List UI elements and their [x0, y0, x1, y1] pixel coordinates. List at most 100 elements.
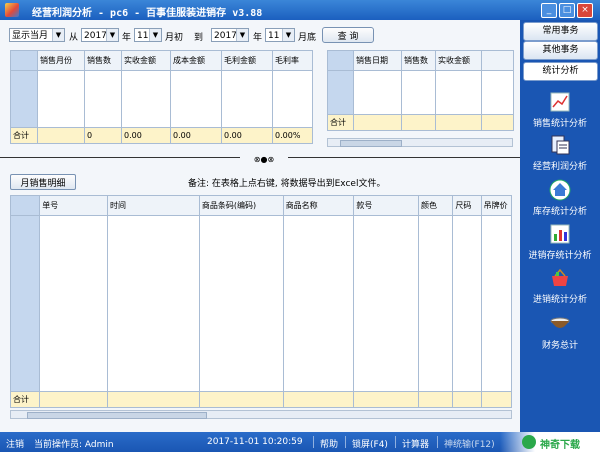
total-row: 合计	[9, 391, 513, 408]
sidebar-item-label: 进销统计分析	[532, 295, 587, 305]
horizontal-scrollbar[interactable]	[10, 410, 512, 419]
chevron-down-icon: ▼	[282, 29, 294, 41]
sidebar-item-sales-stats[interactable]: 销售统计分析	[520, 91, 600, 129]
row-header-corner	[327, 50, 354, 71]
row-header-corner	[10, 50, 38, 71]
close-button[interactable]: ×	[577, 3, 593, 18]
column-header	[481, 50, 514, 71]
daily-sales-table[interactable]: 销售日期 销售数 实收金额 合计	[327, 50, 514, 131]
bar-chart-icon	[550, 224, 570, 244]
column-header[interactable]: 单号	[39, 195, 108, 216]
period-mode-select[interactable]: 显示当月 ▼	[9, 28, 65, 42]
total-cell: 0.00	[221, 127, 273, 144]
year-label: 年	[253, 33, 263, 43]
column-header[interactable]: 商品名称	[282, 195, 355, 216]
scrollbar-thumb[interactable]	[27, 412, 207, 419]
column-header[interactable]: 吊牌价	[480, 195, 513, 216]
sidebar-item-label: 经营利润分析	[532, 162, 587, 172]
brand-logo-icon	[522, 435, 536, 449]
column-header[interactable]: 颜色	[418, 195, 454, 216]
house-icon	[549, 179, 571, 201]
sidebar-item-label: 财务总计	[541, 341, 578, 351]
logout-link[interactable]: 注销	[6, 437, 24, 450]
right-sidebar: 常用事务 其他事务 统计分析 销售统计分析 经营利润分析 库存统计分析 进销存统…	[520, 20, 600, 432]
column-header[interactable]: 商品条码(编码)	[198, 195, 284, 216]
table-empty-area[interactable]	[9, 215, 513, 392]
scrollbar-thumb[interactable]	[340, 140, 402, 147]
total-cell: 0	[84, 127, 122, 144]
tab-common-tasks[interactable]: 常用事务	[523, 22, 598, 41]
query-button[interactable]: 查 询	[322, 27, 374, 43]
detail-table[interactable]: 单号 时间 商品条码(编码) 商品名称 款号 颜色 尺码 吊牌价 合计	[9, 195, 513, 408]
current-operator: 当前操作员: Admin	[34, 440, 114, 450]
splitter-control-icon[interactable]: ⊗●⊗	[240, 155, 288, 164]
total-cell: 0.00	[170, 127, 222, 144]
column-header[interactable]: 毛利率	[272, 50, 313, 71]
bowl-icon	[550, 317, 570, 328]
chevron-down-icon: ▼	[236, 29, 248, 41]
calculator-link[interactable]: 计算器	[402, 437, 429, 450]
divider	[345, 436, 346, 448]
tab-statistics[interactable]: 统计分析	[523, 62, 598, 81]
sidebar-item-label: 进销存统计分析	[528, 251, 592, 261]
brand-text: 神奇下载	[540, 440, 580, 451]
chevron-down-icon: ▼	[52, 29, 64, 41]
lock-screen-link[interactable]: 锁屏(F4)	[352, 437, 388, 450]
column-header[interactable]: 销售数	[401, 50, 436, 71]
table-header-row: 单号 时间 商品条码(编码) 商品名称 款号 颜色 尺码 吊牌价	[9, 195, 513, 216]
sidebar-item-finance-total[interactable]: 财务总计	[520, 313, 600, 351]
sidebar-item-purchase-sales-inventory[interactable]: 进销存统计分析	[520, 223, 600, 261]
sidebar-item-purchase-sales[interactable]: 进销统计分析	[520, 267, 600, 305]
chevron-down-icon: ▼	[149, 29, 161, 41]
total-cell: 0.00%	[272, 127, 313, 144]
row-header-corner	[9, 195, 41, 216]
status-bar: 注销 当前操作员: Admin 2017-11-01 10:20:59 帮助 锁…	[0, 432, 600, 452]
to-month-select[interactable]: 11 ▼	[265, 28, 295, 42]
window-title: 经营利润分析 - pc6 - 百事佳服装进销存 v3.88	[32, 8, 263, 19]
total-label: 合计	[9, 391, 41, 408]
horizontal-scrollbar[interactable]	[327, 138, 513, 147]
column-header[interactable]: 实收金额	[121, 50, 171, 71]
export-note: 备注: 在表格上点右键, 将数据导出到Excel文件。	[188, 179, 386, 189]
column-header[interactable]: 成本金额	[170, 50, 222, 71]
total-label: 合计	[10, 127, 38, 144]
year-label: 年	[122, 33, 132, 43]
month-start-label: 月初	[165, 33, 184, 43]
total-row: 合计 0 0.00 0.00 0.00 0.00%	[10, 127, 313, 144]
column-header[interactable]: 款号	[353, 195, 420, 216]
brand-watermark: 神奇下载	[500, 432, 600, 452]
column-header[interactable]: 毛利金额	[221, 50, 273, 71]
total-cell	[37, 127, 85, 144]
sidebar-item-profit-analysis[interactable]: 经营利润分析	[520, 134, 600, 172]
sidebar-item-inventory-stats[interactable]: 库存统计分析	[520, 179, 600, 217]
from-label: 从	[69, 33, 79, 43]
sidebar-item-label: 库存统计分析	[532, 207, 587, 217]
divider	[437, 436, 438, 448]
column-header[interactable]: 销售数	[84, 50, 122, 71]
column-header[interactable]: 尺码	[452, 195, 482, 216]
input-method-link[interactable]: 神统输(F12)	[444, 437, 495, 450]
divider	[313, 436, 314, 448]
monthly-summary-table[interactable]: 销售月份 销售数 实收金额 成本金额 毛利金额 毛利率 合计 0 0.00 0.…	[10, 50, 313, 144]
tab-other-tasks[interactable]: 其他事务	[523, 41, 598, 60]
monthly-detail-tab[interactable]: 月销售明细	[10, 174, 76, 190]
column-header[interactable]: 时间	[106, 195, 200, 216]
column-header[interactable]: 销售月份	[37, 50, 85, 71]
table-empty-area[interactable]	[10, 70, 313, 128]
minimize-button[interactable]: _	[541, 3, 557, 18]
total-row: 合计	[327, 114, 514, 131]
chevron-down-icon: ▼	[106, 29, 118, 41]
title-bar: 经营利润分析 - pc6 - 百事佳服装进销存 v3.88 _ □ ×	[0, 0, 600, 20]
help-link[interactable]: 帮助	[320, 437, 338, 450]
from-year-select[interactable]: 2017 ▼	[81, 28, 119, 42]
column-header[interactable]: 销售日期	[353, 50, 402, 71]
total-label: 合计	[327, 114, 354, 131]
table-empty-area[interactable]	[327, 70, 514, 115]
divider	[395, 436, 396, 448]
to-year-select[interactable]: 2017 ▼	[211, 28, 249, 42]
from-month-select[interactable]: 11 ▼	[134, 28, 162, 42]
profit-report-icon	[551, 135, 570, 155]
column-header[interactable]: 实收金额	[435, 50, 482, 71]
main-panel: 显示当月 ▼ 从 2017 ▼ 年 11 ▼ 月初 到 2017 ▼ 年 11 ▼ 月底 …	[0, 20, 520, 432]
maximize-button[interactable]: □	[559, 3, 575, 18]
